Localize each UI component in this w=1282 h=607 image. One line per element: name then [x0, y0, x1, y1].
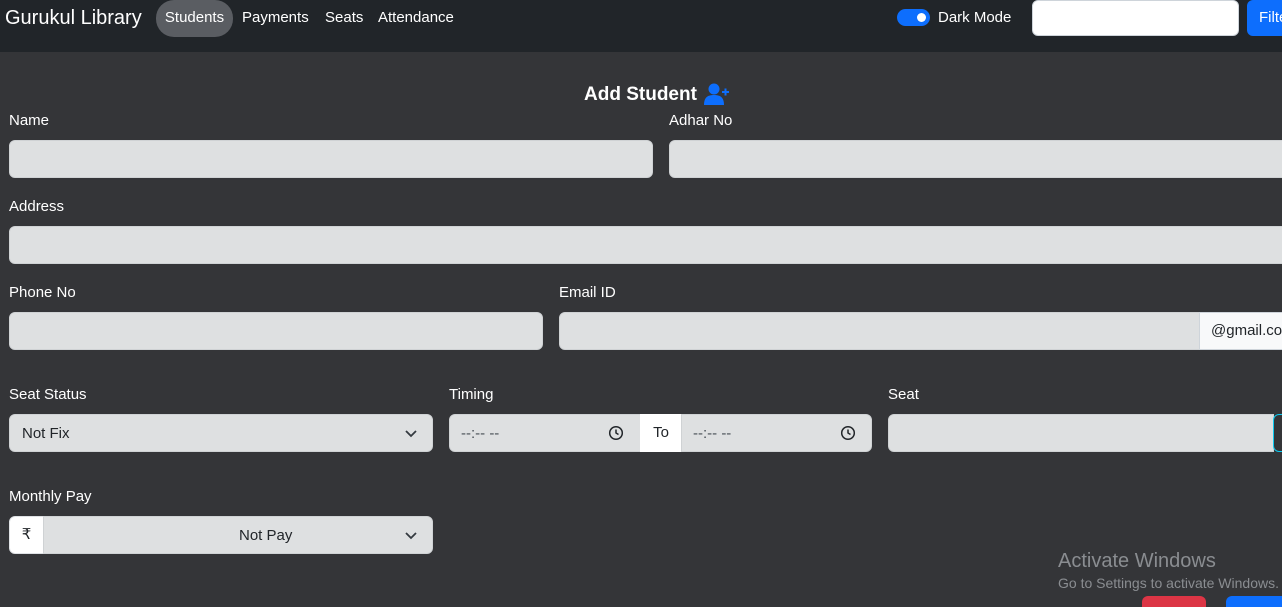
monthly-pay-value: Not Pay	[239, 527, 293, 544]
brand-title[interactable]: Gurukul Library	[5, 6, 142, 30]
timing-to-placeholder: --:-- --	[693, 425, 732, 442]
timing-label: Timing	[449, 386, 494, 403]
timing-to-label: To	[640, 414, 682, 452]
adhar-label: Adhar No	[669, 112, 733, 129]
email-label: Email ID	[559, 284, 616, 301]
seat-status-select[interactable]	[9, 414, 433, 452]
filter-button[interactable]: Filter	[1247, 0, 1282, 36]
address-input[interactable]	[9, 226, 1282, 264]
user-plus-icon	[704, 83, 729, 105]
clock-icon[interactable]	[608, 425, 624, 441]
cancel-button[interactable]	[1142, 596, 1206, 607]
timing-from-placeholder: --:-- --	[461, 425, 500, 442]
adhar-input[interactable]	[669, 140, 1282, 178]
monthly-pay-select[interactable]	[43, 516, 433, 554]
seat-status-label: Seat Status	[9, 386, 87, 403]
phone-input[interactable]	[9, 312, 543, 350]
dark-mode-toggle[interactable]	[897, 9, 930, 26]
seat-input[interactable]	[888, 414, 1274, 452]
chevron-down-icon	[405, 532, 417, 540]
name-input[interactable]	[9, 140, 653, 178]
currency-symbol: ₹	[9, 516, 44, 554]
nav-link-payments[interactable]: Payments	[234, 0, 317, 37]
activate-windows-subtitle: Go to Settings to activate Windows.	[1058, 575, 1279, 591]
phone-label: Phone No	[9, 284, 76, 301]
search-input[interactable]	[1032, 0, 1239, 36]
chevron-down-icon	[405, 430, 417, 438]
nav-link-attendance[interactable]: Attendance	[370, 0, 462, 37]
submit-button[interactable]	[1226, 596, 1282, 607]
navbar: Gurukul Library Students Payments Seats …	[0, 0, 1282, 52]
clock-icon[interactable]	[840, 425, 856, 441]
email-input[interactable]	[559, 312, 1205, 350]
seat-button[interactable]	[1273, 414, 1282, 452]
email-suffix: @gmail.com	[1199, 312, 1282, 350]
seat-status-value: Not Fix	[22, 425, 70, 442]
nav-link-students[interactable]: Students	[156, 0, 233, 37]
dark-mode-label: Dark Mode	[938, 9, 1012, 26]
monthly-pay-label: Monthly Pay	[9, 488, 92, 505]
activate-windows-title: Activate Windows	[1058, 550, 1216, 572]
address-label: Address	[9, 198, 65, 215]
seat-label: Seat	[888, 386, 919, 403]
toggle-knob	[917, 13, 926, 22]
nav-link-seats[interactable]: Seats	[317, 0, 371, 37]
name-label: Name	[9, 112, 50, 129]
form-title: Add Student	[584, 84, 697, 105]
